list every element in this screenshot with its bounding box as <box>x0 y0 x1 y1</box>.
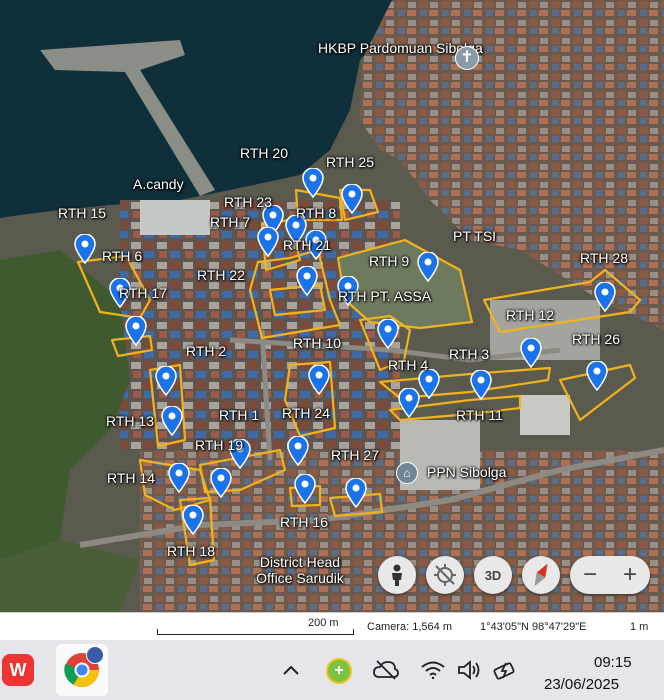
location-pin-icon[interactable] <box>520 337 542 369</box>
label-rth-24[interactable]: RTH 24 <box>282 405 330 421</box>
location-pin-icon[interactable] <box>182 504 204 536</box>
building-icon[interactable]: ⌂ <box>396 462 418 484</box>
chrome-taskbar-button[interactable] <box>56 644 108 696</box>
zoom-in-button[interactable]: + <box>623 561 637 589</box>
label-rth-pt-assa[interactable]: RTH PT. ASSA <box>338 288 431 304</box>
cursor-coordinates: 1°43'05"N 98°47'29"E <box>480 621 587 633</box>
compass-button[interactable] <box>522 556 560 594</box>
label-rth-2[interactable]: RTH 2 <box>186 343 226 359</box>
battery-charging-icon[interactable] <box>492 658 520 682</box>
profile-badge-icon <box>86 646 104 664</box>
map-status-bar: 200 m Camera: 1,564 m 1°43'05"N 98°47'29… <box>0 612 664 641</box>
cloud-offline-icon[interactable] <box>372 658 400 682</box>
label-rth-14[interactable]: RTH 14 <box>107 470 155 486</box>
location-pin-icon[interactable] <box>125 315 147 347</box>
zoom-controls: − + <box>570 556 650 594</box>
zoom-out-button[interactable]: − <box>583 561 597 589</box>
location-pin-icon[interactable] <box>287 435 309 467</box>
street-view-button[interactable] <box>378 556 416 594</box>
label-rth-22[interactable]: RTH 22 <box>197 267 245 283</box>
pegman-icon <box>392 564 402 586</box>
green-plus-app-icon[interactable]: + <box>326 658 352 684</box>
location-pin-icon[interactable] <box>155 365 177 397</box>
three-d-button[interactable]: 3D <box>474 556 512 594</box>
compass-icon <box>534 563 548 587</box>
label-rth-19[interactable]: RTH 19 <box>195 437 243 453</box>
accuracy-label: 1 m <box>630 621 649 633</box>
location-pin-icon[interactable] <box>586 360 608 392</box>
location-pin-icon[interactable] <box>341 183 363 215</box>
speaker-icon[interactable] <box>456 658 484 682</box>
location-pin-icon[interactable] <box>168 462 190 494</box>
label-rth-13[interactable]: RTH 13 <box>106 413 154 429</box>
label-district-head[interactable]: District Head Office Sarudik <box>240 554 360 586</box>
location-pin-icon[interactable] <box>296 265 318 297</box>
location-pin-icon[interactable] <box>345 477 367 509</box>
label-rth-27[interactable]: RTH 27 <box>331 447 379 463</box>
taskbar: W + 09:15 23/06/2025 <box>0 640 664 700</box>
camera-altitude: Camera: 1,564 m <box>367 621 452 633</box>
wifi-icon[interactable] <box>420 658 446 682</box>
location-pin-icon[interactable] <box>417 251 439 283</box>
location-pin-icon[interactable] <box>257 226 279 258</box>
satellite-imagery <box>0 0 664 612</box>
label-rth-15[interactable]: RTH 15 <box>58 205 106 221</box>
scale-label: 200 m <box>308 617 339 629</box>
clock-date[interactable]: 23/06/2025 <box>544 676 619 693</box>
label-rth-1[interactable]: RTH 1 <box>219 407 259 423</box>
church-icon[interactable]: ✝ <box>455 46 479 70</box>
label-pt-tsi[interactable]: PT TSI <box>453 228 496 244</box>
label-rth-8[interactable]: RTH 8 <box>296 205 336 221</box>
label-rth-4[interactable]: RTH 4 <box>388 357 428 373</box>
chevron-up-icon[interactable] <box>280 660 302 680</box>
label-rth-11[interactable]: RTH 11 <box>456 407 503 423</box>
location-pin-icon[interactable] <box>74 233 96 265</box>
label-rth-10[interactable]: RTH 10 <box>293 335 341 351</box>
label-rth-9[interactable]: RTH 9 <box>369 253 409 269</box>
label-rth-12[interactable]: RTH 12 <box>506 307 554 323</box>
scale-bar <box>157 629 354 635</box>
label-rth-20[interactable]: RTH 20 <box>240 145 288 161</box>
label-rth-26[interactable]: RTH 26 <box>572 331 620 347</box>
location-pin-icon[interactable] <box>470 369 492 401</box>
location-pin-icon[interactable] <box>308 364 330 396</box>
label-candy[interactable]: A.candy <box>133 176 184 192</box>
location-pin-icon[interactable] <box>377 318 399 350</box>
location-off-icon <box>434 564 456 586</box>
location-pin-icon[interactable] <box>210 467 232 499</box>
location-off-button[interactable] <box>426 556 464 594</box>
label-rth-25[interactable]: RTH 25 <box>326 154 374 170</box>
label-rth-7[interactable]: RTH 7 <box>210 214 250 230</box>
label-rth-23[interactable]: RTH 23 <box>224 194 272 210</box>
label-rth-18[interactable]: RTH 18 <box>167 543 215 559</box>
label-ppn-sibolga[interactable]: PPN Sibolga <box>427 464 506 480</box>
location-pin-icon[interactable] <box>161 405 183 437</box>
label-rth-21[interactable]: RTH 21 <box>283 237 331 253</box>
location-pin-icon[interactable] <box>302 167 324 199</box>
label-rth-28[interactable]: RTH 28 <box>580 250 628 266</box>
wps-office-icon[interactable]: W <box>0 650 36 690</box>
location-pin-icon[interactable] <box>418 368 440 400</box>
map-view[interactable]: HKBP Pardomuan Sibolga ✝ A.candy PT TSI … <box>0 0 664 612</box>
clock-time[interactable]: 09:15 <box>594 654 632 671</box>
location-pin-icon[interactable] <box>594 281 616 313</box>
label-rth-3[interactable]: RTH 3 <box>449 346 489 362</box>
label-rth-16[interactable]: RTH 16 <box>280 514 328 530</box>
label-rth-6[interactable]: RTH 6 <box>102 248 142 264</box>
location-pin-icon[interactable] <box>294 473 316 505</box>
label-rth-17[interactable]: RTH 17 <box>119 285 167 301</box>
location-pin-icon[interactable] <box>398 387 420 419</box>
